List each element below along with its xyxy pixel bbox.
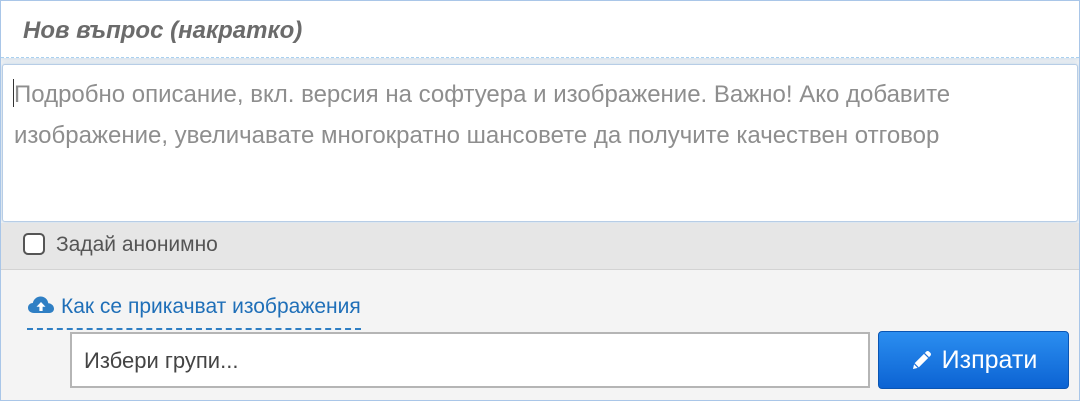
pencil-icon [912,351,931,369]
question-description-textarea[interactable]: Подробно описание, вкл. версия на софтуе… [2,64,1078,222]
question-form: Нов въпрос (накратко) Подробно описание,… [0,0,1080,401]
send-button-label: Изпрати [941,345,1038,374]
anonymous-row: Задай анонимно [1,223,1079,270]
question-title-input[interactable]: Нов въпрос (накратко) [1,1,1079,58]
groups-select-input[interactable]: Избери групи... [70,332,870,388]
groups-placeholder: Избери групи... [84,348,239,373]
anonymous-checkbox[interactable] [23,233,45,255]
question-description-placeholder: Подробно описание, вкл. версия на софтуе… [14,81,951,149]
attach-images-help-text: Как се прикачват изображения [61,295,361,318]
question-title-placeholder: Нов въпрос (накратко) [23,17,303,44]
cloud-upload-icon [28,296,54,313]
anonymous-label[interactable]: Задай анонимно [56,233,218,257]
attach-images-help-link[interactable]: Как се прикачват изображения [27,294,361,330]
send-button[interactable]: Изпрати [878,331,1069,389]
